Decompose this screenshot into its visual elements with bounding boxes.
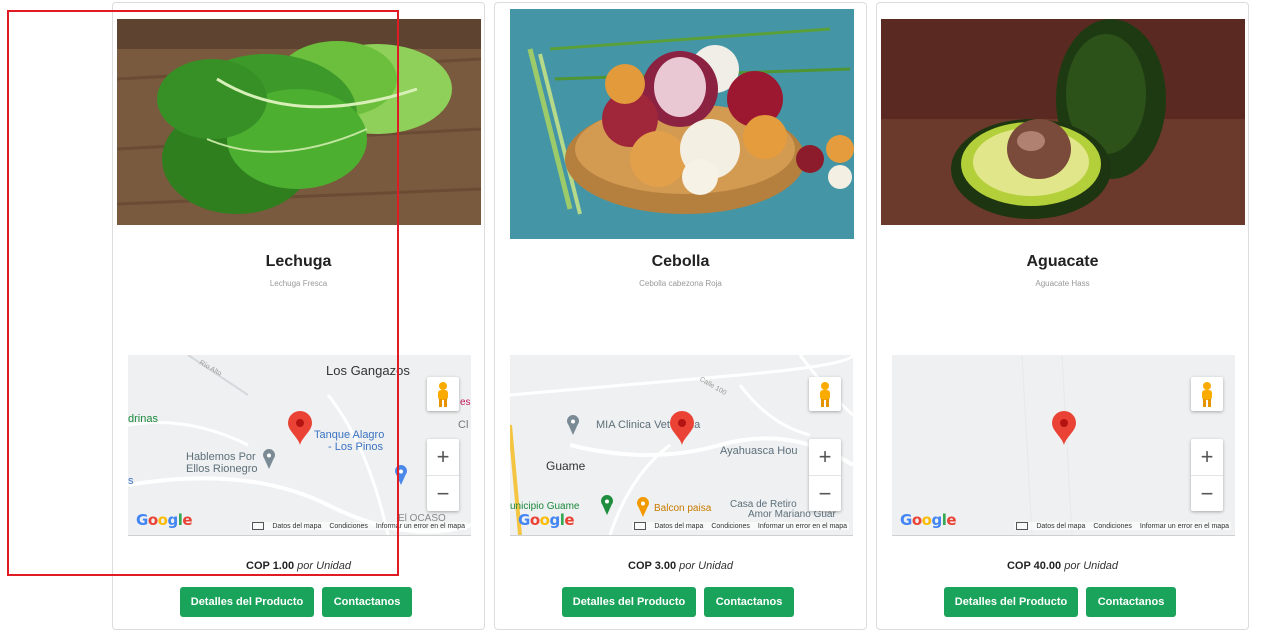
street-view-pegman-icon[interactable]: [1191, 377, 1223, 411]
product-unit: por Unidad: [679, 560, 733, 572]
map-footer: Datos del mapa Condiciones Informar un e…: [632, 522, 849, 530]
location-pin-icon: [566, 415, 580, 440]
map-terms-link[interactable]: Condiciones: [1093, 523, 1132, 530]
product-card-cebolla: Cebolla Cebolla cabezona Roja MIA Clinic…: [494, 2, 867, 630]
map-zoom-control: + −: [427, 439, 459, 511]
map-zoom-control: + −: [809, 439, 841, 511]
google-logo[interactable]: Google: [900, 511, 957, 529]
product-details-button[interactable]: Detalles del Producto: [180, 587, 314, 617]
google-logo[interactable]: Google: [518, 511, 575, 529]
zoom-out-button[interactable]: −: [427, 475, 459, 512]
zoom-out-button[interactable]: −: [809, 475, 841, 512]
product-title: Cebolla: [651, 253, 710, 270]
map-report-link[interactable]: Informar un error en el mapa: [758, 523, 847, 530]
map-place-label: Cl: [458, 419, 469, 431]
product-price-line: COP 40.00 por Unidad: [877, 560, 1248, 572]
product-price: COP 40.00: [1006, 560, 1062, 572]
map-place-label: Ayahuasca Hou: [720, 445, 798, 457]
map-data-link[interactable]: Datos del mapa: [654, 523, 703, 530]
map-data-link[interactable]: Datos del mapa: [1036, 523, 1085, 530]
keyboard-icon[interactable]: [1016, 522, 1029, 530]
product-details-button[interactable]: Detalles del Producto: [562, 587, 696, 617]
product-unit: por Unidad: [1064, 560, 1119, 572]
contact-button[interactable]: Contactanos: [322, 587, 412, 617]
street-view-pegman-icon[interactable]: [427, 377, 459, 411]
map-marker-icon[interactable]: [1052, 411, 1076, 450]
product-map[interactable]: + − Google Datos del mapa Condiciones In…: [892, 355, 1235, 536]
product-title: Aguacate: [1026, 253, 1099, 270]
map-place-label: Guame: [546, 459, 586, 473]
product-price-line: COP 3.00 por Unidad: [495, 560, 866, 572]
map-report-link[interactable]: Informar un error en el mapa: [1140, 523, 1229, 530]
product-details-button[interactable]: Detalles del Producto: [944, 587, 1078, 617]
zoom-in-button[interactable]: +: [809, 439, 841, 475]
contact-button[interactable]: Contactanos: [704, 587, 794, 617]
location-pin-icon: [600, 495, 614, 520]
product-description: Aguacate Hass: [1035, 279, 1090, 288]
product-card-aguacate: Aguacate Aguacate Hass + − Google Datos …: [876, 2, 1249, 630]
product-description: Cebolla cabezona Roja: [639, 279, 722, 288]
keyboard-icon[interactable]: [634, 522, 647, 530]
map-place-label: MIA Clinica Vete: [596, 419, 677, 431]
location-pin-icon: [636, 497, 650, 522]
selection-highlight-box: [7, 10, 399, 576]
zoom-in-button[interactable]: +: [427, 439, 459, 475]
onion-photo: [510, 9, 854, 239]
map-zoom-control: + −: [1191, 439, 1223, 511]
contact-button[interactable]: Contactanos: [1086, 587, 1176, 617]
street-view-pegman-icon[interactable]: [809, 377, 841, 411]
avocado-photo: [881, 19, 1245, 225]
product-map[interactable]: MIA Clinica Vete ria Guame Ayahuasca Hou…: [510, 355, 853, 536]
map-marker-icon[interactable]: [670, 411, 694, 450]
map-place-label: es: [460, 397, 471, 408]
map-place-label: Balcon paisa: [654, 503, 712, 514]
map-terms-link[interactable]: Condiciones: [711, 523, 750, 530]
map-footer: Datos del mapa Condiciones Informar un e…: [1014, 522, 1231, 530]
product-price: COP 3.00: [628, 560, 677, 572]
zoom-in-button[interactable]: +: [1191, 439, 1223, 475]
zoom-out-button[interactable]: −: [1191, 475, 1223, 512]
